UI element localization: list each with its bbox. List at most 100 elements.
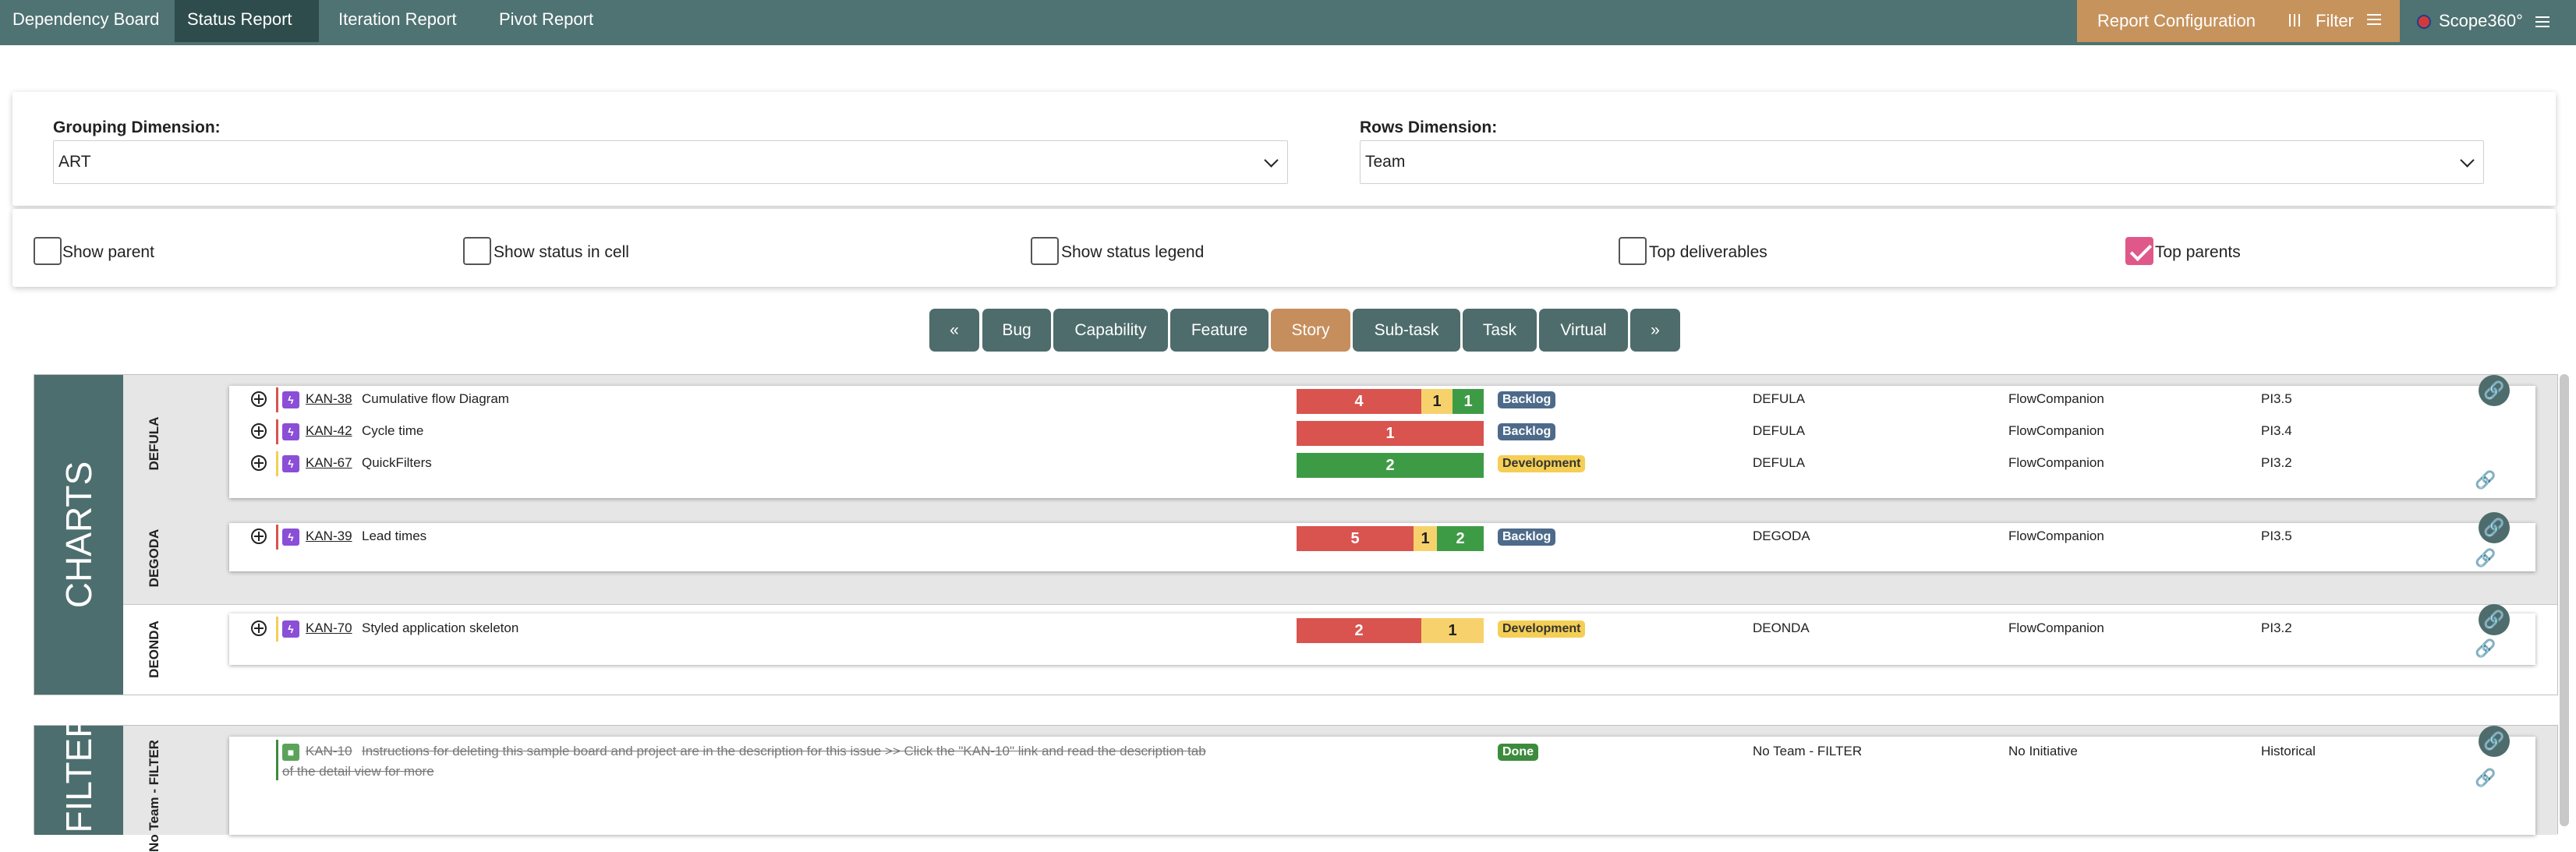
chevron-down-icon [1264, 153, 1279, 168]
row-label: DEFULA [147, 416, 161, 471]
show-status-legend-checkbox[interactable] [1031, 237, 1059, 265]
team-cell: DEGODA [1753, 529, 1810, 543]
progress-bar: 1 [1297, 421, 1484, 446]
type-story-button[interactable]: Story [1271, 309, 1350, 352]
story-icon: ϟ [282, 391, 299, 408]
issue-key-link[interactable]: KAN-38 [306, 391, 352, 407]
show-status-in-cell-checkbox[interactable] [463, 237, 491, 265]
initiative-cell: FlowCompanion [2008, 620, 2104, 635]
link-icon[interactable]: 🔗 [2479, 726, 2510, 757]
scope360-logo-icon [2417, 15, 2431, 30]
pi-cell: PI3.5 [2261, 391, 2292, 406]
seg-yellow: 1 [1421, 389, 1453, 414]
seg-yellow: 1 [1414, 526, 1437, 551]
status-accent [276, 451, 278, 476]
row-label: DEGODA [147, 529, 161, 588]
grouping-dimension-label: Grouping Dimension: [53, 118, 221, 136]
top-parents-label: Top parents [2155, 243, 2241, 261]
row-label: DEONDA [147, 620, 161, 678]
show-parent-checkbox[interactable] [34, 237, 62, 265]
expand-icon[interactable] [251, 423, 267, 439]
issue-summary: Styled application skeleton [362, 620, 519, 635]
link-icon[interactable]: 🔗 [2475, 638, 2496, 659]
status-badge: Backlog [1498, 529, 1556, 546]
issue-summary-continued: of the detail view for more [282, 764, 434, 779]
link-icon[interactable]: 🔗 [2475, 470, 2496, 490]
story-icon: ϟ [282, 620, 299, 638]
issue-summary: Cycle time [362, 423, 424, 438]
rows-dimension-value: Team [1365, 153, 1406, 171]
issue-card: ϟ KAN-70 Styled application skeleton 2 1… [229, 613, 2535, 665]
brand-name: Scope360° [2439, 11, 2523, 30]
issue-key-link[interactable]: KAN-42 [306, 423, 352, 439]
team-cell: DEFULA [1753, 423, 1806, 438]
seg-red: 2 [1297, 618, 1421, 643]
team-cell: DEFULA [1753, 391, 1806, 406]
issue-key-link[interactable]: KAN-10 [306, 744, 352, 759]
story-icon: ϟ [282, 529, 299, 546]
team-cell: DEFULA [1753, 455, 1806, 470]
seg-green: 1 [1453, 389, 1484, 414]
pi-cell: PI3.2 [2261, 455, 2292, 470]
type-task-button[interactable]: Task [1463, 309, 1537, 352]
type-bug-button[interactable]: Bug [982, 309, 1051, 352]
report-configuration-label: Report Configuration [2097, 11, 2256, 30]
seg-yellow: 1 [1421, 618, 1484, 643]
pi-cell: PI3.5 [2261, 529, 2292, 543]
rows-dimension-label: Rows Dimension: [1360, 118, 1498, 136]
team-cell: No Team - FILTER [1753, 744, 1863, 758]
scrollbar[interactable] [2560, 374, 2569, 826]
issue-key-link[interactable]: KAN-67 [306, 455, 352, 471]
top-deliverables-checkbox[interactable] [1619, 237, 1647, 265]
type-feature-button[interactable]: Feature [1170, 309, 1269, 352]
hamburger-icon [2535, 13, 2550, 30]
status-accent [276, 419, 278, 444]
group-filter: FILTER No Team - FILTER ■ KAN-10 Instruc… [34, 712, 2558, 852]
expand-icon[interactable] [251, 391, 267, 407]
type-subtask-button[interactable]: Sub-task [1353, 309, 1460, 352]
tab-dependency-board[interactable]: Dependency Board [0, 0, 172, 42]
prev-type-button[interactable]: « [929, 309, 979, 352]
issue-key-link[interactable]: KAN-70 [306, 620, 352, 636]
grouping-dimension-select[interactable]: ART [53, 140, 1288, 184]
seg-green: 2 [1437, 526, 1484, 551]
pi-cell: PI3.2 [2261, 620, 2292, 635]
group-title: FILTER [34, 712, 123, 835]
tab-iteration-report[interactable]: Iteration Report [326, 0, 469, 42]
type-virtual-button[interactable]: Virtual [1539, 309, 1628, 352]
type-capability-button[interactable]: Capability [1053, 309, 1168, 352]
initiative-cell: FlowCompanion [2008, 423, 2104, 438]
link-icon[interactable]: 🔗 [2475, 548, 2496, 568]
pi-cell: PI3.4 [2261, 423, 2292, 438]
tab-status-report[interactable]: Status Report [175, 0, 319, 42]
story-icon: ϟ [282, 455, 299, 472]
link-icon[interactable]: 🔗 [2475, 768, 2496, 788]
show-status-legend-label: Show status legend [1061, 243, 1205, 261]
seg-red: 4 [1297, 389, 1421, 414]
rows-dimension-select[interactable]: Team [1360, 140, 2484, 184]
progress-bar: 4 1 1 [1297, 389, 1484, 414]
seg-green: 2 [1297, 453, 1484, 478]
status-badge: Development [1498, 455, 1586, 472]
issue-card: ϟ KAN-39 Lead times 5 1 2 Backlog DEGODA… [229, 523, 2535, 571]
next-type-button[interactable]: » [1630, 309, 1680, 352]
issue-key-link[interactable]: KAN-39 [306, 529, 352, 544]
pi-cell: Historical [2261, 744, 2316, 758]
expand-icon[interactable] [251, 620, 267, 636]
group-charts: CHARTS DEFULA ϟ KAN-38 Cumulative flow D… [34, 374, 2558, 695]
seg-red: 5 [1297, 526, 1414, 551]
expand-icon[interactable] [251, 529, 267, 544]
link-icon[interactable]: 🔗 [2479, 375, 2510, 406]
brand-menu[interactable]: Scope360° [2417, 0, 2550, 45]
link-icon[interactable]: 🔗 [2479, 604, 2510, 635]
issue-card: ■ KAN-10 Instructions for deleting this … [229, 737, 2535, 835]
tab-pivot-report[interactable]: Pivot Report [487, 0, 606, 42]
initiative-cell: FlowCompanion [2008, 455, 2104, 470]
filter-button[interactable]: Filter [2295, 0, 2397, 42]
initiative-cell: No Initiative [2008, 744, 2078, 758]
link-icon[interactable]: 🔗 [2479, 512, 2510, 543]
top-parents-checkbox[interactable] [2125, 237, 2153, 265]
show-status-in-cell-label: Show status in cell [494, 243, 629, 261]
expand-icon[interactable] [251, 455, 267, 471]
top-deliverables-label: Top deliverables [1649, 243, 1767, 261]
